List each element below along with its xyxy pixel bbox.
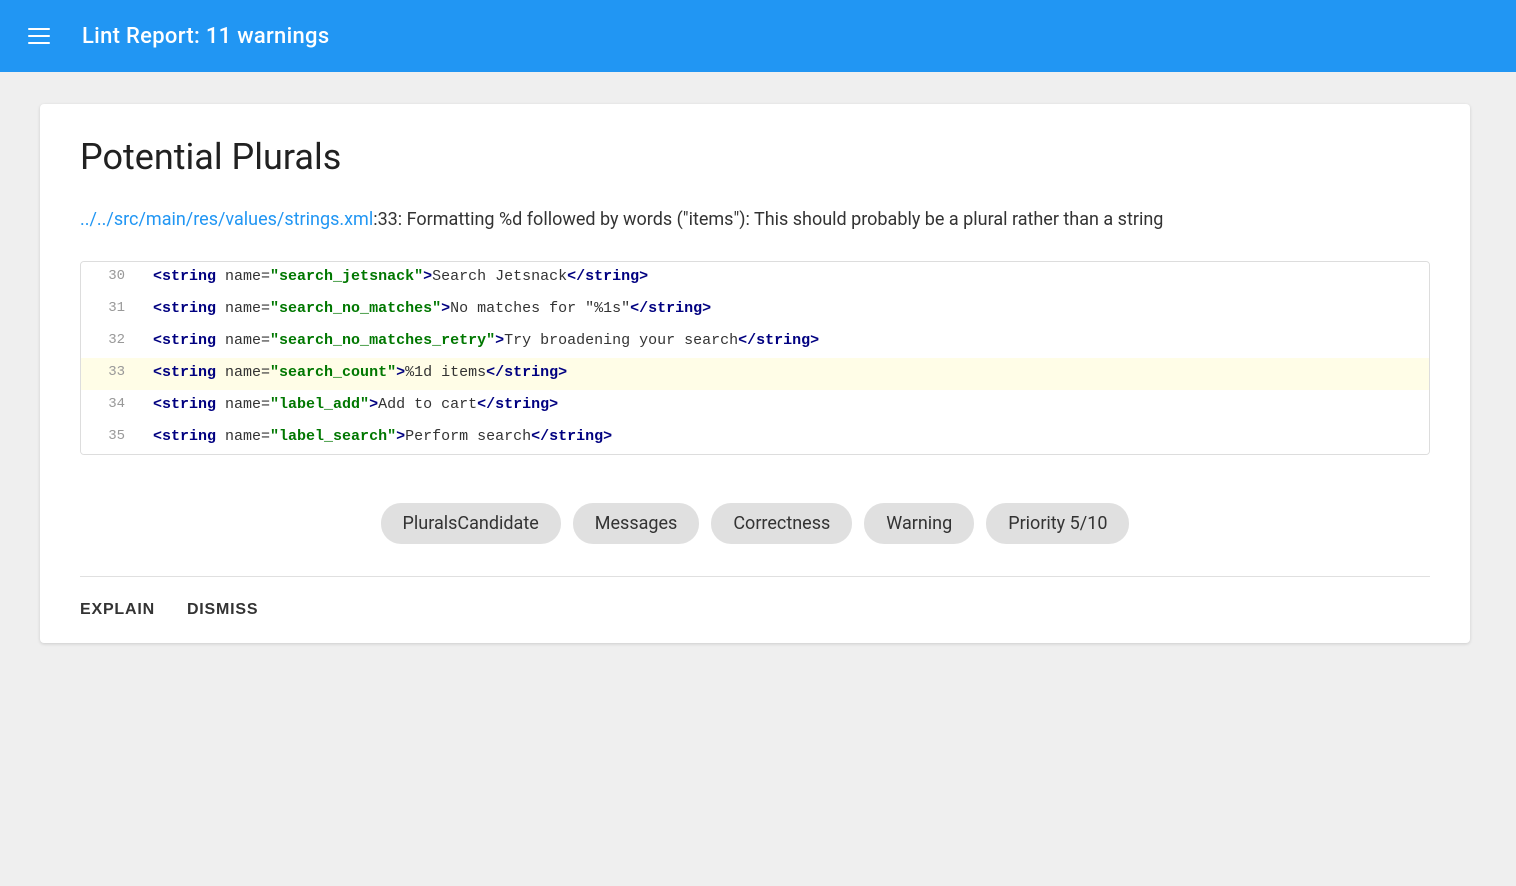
- header-title: Lint Report: 11 warnings: [82, 24, 329, 49]
- issue-text: :33: Formatting %d followed by words ("i…: [373, 209, 1163, 230]
- line-content: <string name="label_add">Add to cart</st…: [137, 390, 574, 422]
- code-line: 35 <string name="label_search">Perform s…: [81, 422, 1429, 454]
- line-content: <string name="search_no_matches">No matc…: [137, 294, 727, 326]
- line-number: 30: [81, 262, 137, 294]
- line-number: 32: [81, 326, 137, 358]
- tag-plurals-candidate: PluralsCandidate: [381, 503, 561, 544]
- dismiss-button[interactable]: DISMISS: [187, 597, 258, 623]
- line-number: 33: [81, 358, 137, 390]
- footer-actions: EXPLAIN DISMISS: [80, 577, 1430, 643]
- tag-priority: Priority 5/10: [986, 503, 1129, 544]
- tag-warning: Warning: [864, 503, 974, 544]
- line-content: <string name="search_count">%1d items</s…: [137, 358, 583, 390]
- code-line: 34 <string name="label_add">Add to cart<…: [81, 390, 1429, 422]
- app-header: Lint Report: 11 warnings: [0, 0, 1516, 72]
- tags-row: PluralsCandidate Messages Correctness Wa…: [80, 487, 1430, 576]
- lint-card: Potential Plurals ../../src/main/res/val…: [40, 104, 1470, 643]
- line-content: <string name="search_jetsnack">Search Je…: [137, 262, 664, 294]
- line-content: <string name="label_search">Perform sear…: [137, 422, 628, 454]
- line-number: 34: [81, 390, 137, 422]
- code-line: 31 <string name="search_no_matches">No m…: [81, 294, 1429, 326]
- line-number: 35: [81, 422, 137, 454]
- code-line-highlighted: 33 <string name="search_count">%1d items…: [81, 358, 1429, 390]
- line-content: <string name="search_no_matches_retry">T…: [137, 326, 835, 358]
- tag-messages: Messages: [573, 503, 700, 544]
- issue-file-link[interactable]: ../../src/main/res/values/strings.xml: [80, 209, 373, 230]
- code-line: 32 <string name="search_no_matches_retry…: [81, 326, 1429, 358]
- main-area: Potential Plurals ../../src/main/res/val…: [0, 72, 1516, 675]
- explain-button[interactable]: EXPLAIN: [80, 597, 155, 623]
- code-block: 30 <string name="search_jetsnack">Search…: [80, 261, 1430, 455]
- menu-icon[interactable]: [24, 28, 54, 44]
- card-title: Potential Plurals: [80, 136, 1430, 178]
- code-line: 30 <string name="search_jetsnack">Search…: [81, 262, 1429, 294]
- line-number: 31: [81, 294, 137, 326]
- tag-correctness: Correctness: [711, 503, 852, 544]
- issue-description: ../../src/main/res/values/strings.xml:33…: [80, 206, 1430, 233]
